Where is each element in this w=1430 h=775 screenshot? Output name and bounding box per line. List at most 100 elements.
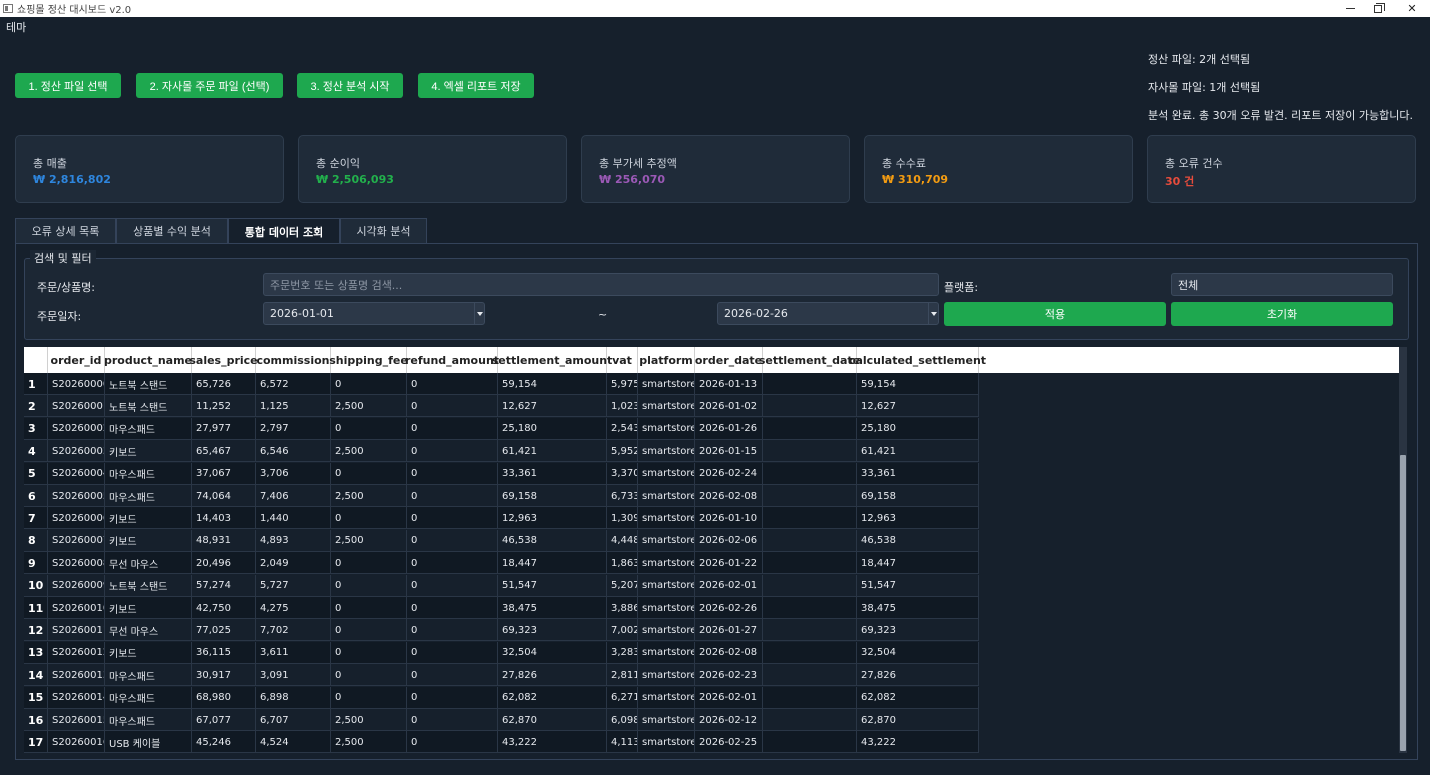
column-header[interactable]: platform: [638, 347, 695, 373]
table-cell[interactable]: 5,952: [607, 440, 638, 463]
row-header[interactable]: 12: [24, 619, 48, 642]
table-cell[interactable]: 0: [407, 664, 498, 687]
save-excel-report-button[interactable]: 4. 엑셀 리포트 저장: [418, 73, 534, 98]
table-cell[interactable]: 18,447: [498, 552, 607, 575]
date-from-select[interactable]: 2026-01-01: [263, 302, 485, 325]
table-cell[interactable]: 키보드: [105, 529, 192, 552]
table-cell[interactable]: S20260002: [48, 417, 105, 440]
table-cell[interactable]: 2,500: [331, 485, 407, 507]
table-cell[interactable]: 46,538: [498, 529, 607, 552]
table-cell[interactable]: 2026-02-12: [695, 709, 763, 731]
chevron-down-icon[interactable]: [474, 303, 484, 324]
table-cell[interactable]: 0: [407, 641, 498, 664]
table-cell[interactable]: 32,504: [857, 641, 979, 664]
table-cell[interactable]: 2026-01-02: [695, 395, 763, 418]
chevron-down-icon[interactable]: [928, 303, 938, 324]
table-cell[interactable]: 2026-02-24: [695, 462, 763, 485]
table-cell[interactable]: 5,727: [256, 574, 331, 597]
table-cell[interactable]: S20260015: [48, 709, 105, 731]
table-cell[interactable]: 57,274: [192, 574, 256, 597]
table-cell[interactable]: [763, 417, 857, 440]
table-cell[interactable]: 무선 마우스: [105, 552, 192, 575]
table-cell[interactable]: 42,750: [192, 597, 256, 619]
table-cell[interactable]: [763, 395, 857, 418]
table-cell[interactable]: 키보드: [105, 597, 192, 619]
table-cell[interactable]: [763, 507, 857, 530]
table-cell[interactable]: 0: [331, 507, 407, 530]
table-cell[interactable]: 0: [331, 664, 407, 687]
table-cell[interactable]: [763, 574, 857, 597]
table-cell[interactable]: 69,323: [498, 619, 607, 642]
table-cell[interactable]: 0: [407, 395, 498, 418]
table-cell[interactable]: 6,546: [256, 440, 331, 463]
table-cell[interactable]: 33,361: [857, 462, 979, 485]
table-cell[interactable]: 32,504: [498, 641, 607, 664]
table-cell[interactable]: [763, 373, 857, 395]
table-cell[interactable]: 3,886: [607, 597, 638, 619]
table-cell[interactable]: 2026-02-08: [695, 641, 763, 664]
table-cell[interactable]: S20260013: [48, 664, 105, 687]
table-cell[interactable]: 69,158: [498, 485, 607, 507]
table-cell[interactable]: S20260000: [48, 373, 105, 395]
table-cell[interactable]: S20260016: [48, 731, 105, 753]
table-cell[interactable]: 6,733: [607, 485, 638, 507]
table-cell[interactable]: smartstore: [638, 664, 695, 687]
table-cell[interactable]: 3,706: [256, 462, 331, 485]
table-cell[interactable]: [763, 641, 857, 664]
select-settlement-file-button[interactable]: 1. 정산 파일 선택: [15, 73, 121, 98]
table-cell[interactable]: 38,475: [498, 597, 607, 619]
table-cell[interactable]: 25,180: [857, 417, 979, 440]
column-header[interactable]: order_date: [695, 347, 763, 373]
table-cell[interactable]: 61,421: [498, 440, 607, 463]
table-cell[interactable]: 7,406: [256, 485, 331, 507]
table-cell[interactable]: 59,154: [857, 373, 979, 395]
table-cell[interactable]: 2,500: [331, 440, 407, 463]
table-cell[interactable]: 0: [407, 552, 498, 575]
table-cell[interactable]: 2026-02-08: [695, 485, 763, 507]
table-cell[interactable]: 2026-01-15: [695, 440, 763, 463]
table-cell[interactable]: 0: [331, 417, 407, 440]
table-cell[interactable]: S20260007: [48, 529, 105, 552]
table-cell[interactable]: 2,543: [607, 417, 638, 440]
table-cell[interactable]: 33,361: [498, 462, 607, 485]
row-header[interactable]: 14: [24, 664, 48, 687]
table-cell[interactable]: 46,538: [857, 529, 979, 552]
table-cell[interactable]: 62,082: [498, 686, 607, 709]
table-cell[interactable]: 3,611: [256, 641, 331, 664]
table-cell[interactable]: 마우스패드: [105, 709, 192, 731]
table-cell[interactable]: 74,064: [192, 485, 256, 507]
table-cell[interactable]: 4,113: [607, 731, 638, 753]
tab-error-details[interactable]: 오류 상세 목록: [15, 218, 116, 243]
row-header[interactable]: 3: [24, 417, 48, 440]
close-button[interactable]: ✕: [1396, 0, 1428, 17]
table-cell[interactable]: 27,826: [857, 664, 979, 687]
table-cell[interactable]: S20260005: [48, 485, 105, 507]
table-cell[interactable]: 0: [407, 373, 498, 395]
table-row[interactable]: 6 S20260005 마우스패드 74,064 7,406 2,500 0 69,158 6,…: [24, 485, 979, 507]
table-cell[interactable]: 0: [331, 641, 407, 664]
scrollbar-thumb[interactable]: [1400, 455, 1406, 751]
table-cell[interactable]: smartstore: [638, 440, 695, 463]
table-cell[interactable]: 0: [331, 373, 407, 395]
table-cell[interactable]: [763, 709, 857, 731]
table-cell[interactable]: 3,283: [607, 641, 638, 664]
table-cell[interactable]: S20260004: [48, 462, 105, 485]
table-cell[interactable]: smartstore: [638, 574, 695, 597]
date-to-select[interactable]: 2026-02-26: [717, 302, 939, 325]
table-corner[interactable]: [24, 347, 48, 373]
table-cell[interactable]: 5,207: [607, 574, 638, 597]
table-cell[interactable]: 7,702: [256, 619, 331, 642]
table-cell[interactable]: 4,893: [256, 529, 331, 552]
table-cell[interactable]: S20260008: [48, 552, 105, 575]
table-cell[interactable]: 38,475: [857, 597, 979, 619]
table-row[interactable]: 14 S20260013 마우스패드 30,917 3,091 0 0 27,826 2,811…: [24, 664, 979, 687]
table-row[interactable]: 9 S20260008 무선 마우스 20,496 2,049 0 0 18,447 1,863…: [24, 552, 979, 575]
table-cell[interactable]: S20260009: [48, 574, 105, 597]
table-cell[interactable]: S20260014: [48, 686, 105, 709]
tab-integrated-data[interactable]: 통합 데이터 조회: [228, 218, 340, 244]
table-cell[interactable]: 0: [407, 417, 498, 440]
table-cell[interactable]: 4,448: [607, 529, 638, 552]
start-analysis-button[interactable]: 3. 정산 분석 시작: [297, 73, 403, 98]
table-cell[interactable]: S20260011: [48, 619, 105, 642]
column-header[interactable]: sales_price: [189, 347, 258, 373]
